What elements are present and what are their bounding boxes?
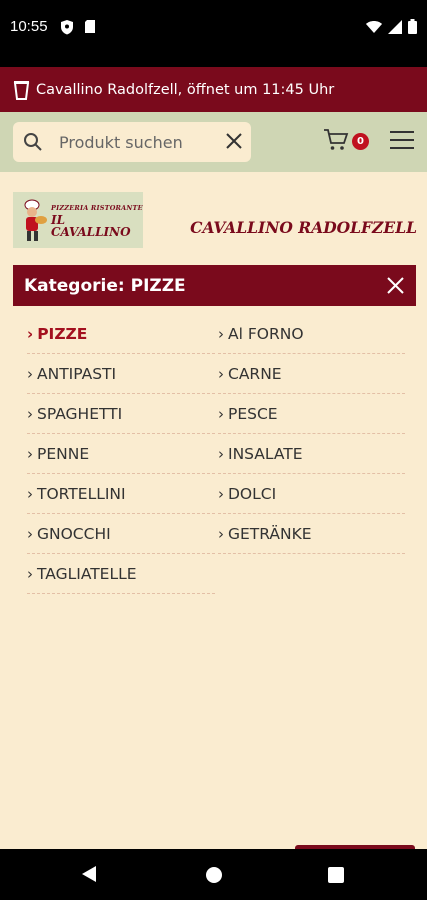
restaurant-logo[interactable]: PIZZERIA RISTORANTE IL CAVALLINO xyxy=(13,192,143,248)
logo-subtitle: PIZZERIA RISTORANTE xyxy=(51,204,143,212)
category-label: GETRÄNKE xyxy=(228,524,312,543)
status-left-icons xyxy=(60,19,96,35)
close-icon[interactable] xyxy=(387,277,404,294)
opening-info-bar: Cavallino Radolfzell, öffnet um 11:45 Uh… xyxy=(0,67,427,112)
category-item-dolci[interactable]: › DOLCI xyxy=(218,474,405,514)
category-item-penne[interactable]: › PENNE xyxy=(27,434,215,474)
chevron-right-icon: › xyxy=(27,484,33,503)
status-time: 10:55 xyxy=(10,18,48,35)
chevron-right-icon: › xyxy=(218,324,224,343)
category-label: PESCE xyxy=(228,404,278,423)
category-item-antipasti[interactable]: › ANTIPASTI xyxy=(27,354,215,394)
category-label: PIZZE xyxy=(37,324,88,343)
recent-apps-icon[interactable] xyxy=(328,867,344,883)
chevron-right-icon: › xyxy=(27,564,33,583)
category-label: ANTIPASTI xyxy=(37,364,117,383)
category-item-tortellini[interactable]: › TORTELLINI xyxy=(27,474,215,514)
cart-count-badge: 0 xyxy=(352,133,369,150)
chevron-right-icon: › xyxy=(218,484,224,503)
logo-title: IL CAVALLINO xyxy=(51,212,131,239)
chevron-right-icon: › xyxy=(218,444,224,463)
sim-card-icon xyxy=(85,20,95,33)
category-item-spaghetti[interactable]: › SPAGHETTI xyxy=(27,394,215,434)
search-box xyxy=(13,122,251,162)
status-bar: 10:55 xyxy=(0,0,427,67)
home-icon[interactable] xyxy=(206,867,222,883)
category-label: SPAGHETTI xyxy=(37,404,123,423)
chevron-right-icon: › xyxy=(27,404,33,423)
category-label: DOLCI xyxy=(228,484,277,503)
cart-icon[interactable] xyxy=(323,128,349,152)
category-label: PENNE xyxy=(37,444,90,463)
brand-name: CAVALLINO RADOLFZELL xyxy=(190,218,417,237)
logo-text: PIZZERIA RISTORANTE IL CAVALLINO xyxy=(51,205,143,238)
hamburger-menu-icon[interactable] xyxy=(390,130,414,150)
chevron-right-icon: › xyxy=(27,324,34,343)
category-label: TAGLIATELLE xyxy=(37,564,137,583)
clear-search-icon[interactable] xyxy=(225,132,243,150)
category-label: TORTELLINI xyxy=(37,484,126,503)
cup-icon xyxy=(13,80,30,100)
category-item-carne[interactable]: › CARNE xyxy=(218,354,405,394)
category-label: Al FORNO xyxy=(228,324,304,343)
chevron-right-icon: › xyxy=(27,444,33,463)
status-right-icons xyxy=(366,19,417,34)
search-input[interactable] xyxy=(59,132,209,152)
search-icon xyxy=(24,133,42,151)
battery-icon xyxy=(408,19,417,34)
category-label: CARNE xyxy=(228,364,282,383)
category-item-getraenke[interactable]: › GETRÄNKE xyxy=(218,514,405,554)
signal-icon xyxy=(388,19,402,34)
category-label: GNOCCHI xyxy=(37,524,111,543)
chevron-right-icon: › xyxy=(27,524,33,543)
chevron-right-icon: › xyxy=(218,404,224,423)
chevron-right-icon: › xyxy=(218,524,224,543)
category-item-pizze[interactable]: › PIZZE xyxy=(27,314,215,354)
category-panel-title: Kategorie: PIZZE xyxy=(24,275,186,296)
category-item-insalate[interactable]: › INSALATE xyxy=(218,434,405,474)
category-item-pesce[interactable]: › PESCE xyxy=(218,394,405,434)
category-item-gnocchi[interactable]: › GNOCCHI xyxy=(27,514,215,554)
chevron-right-icon: › xyxy=(218,364,224,383)
wifi-icon xyxy=(366,20,382,33)
category-label: INSALATE xyxy=(228,444,303,463)
category-item-tagliatelle[interactable]: › TAGLIATELLE xyxy=(27,554,215,594)
category-panel-header: Kategorie: PIZZE xyxy=(13,265,416,306)
back-icon[interactable] xyxy=(81,865,97,883)
chevron-right-icon: › xyxy=(27,364,33,383)
category-item-al-forno[interactable]: › Al FORNO xyxy=(218,314,405,354)
opening-info-text: Cavallino Radolfzell, öffnet um 11:45 Uh… xyxy=(36,81,335,98)
chef-mascot-icon xyxy=(24,199,47,241)
shield-icon xyxy=(61,20,73,35)
